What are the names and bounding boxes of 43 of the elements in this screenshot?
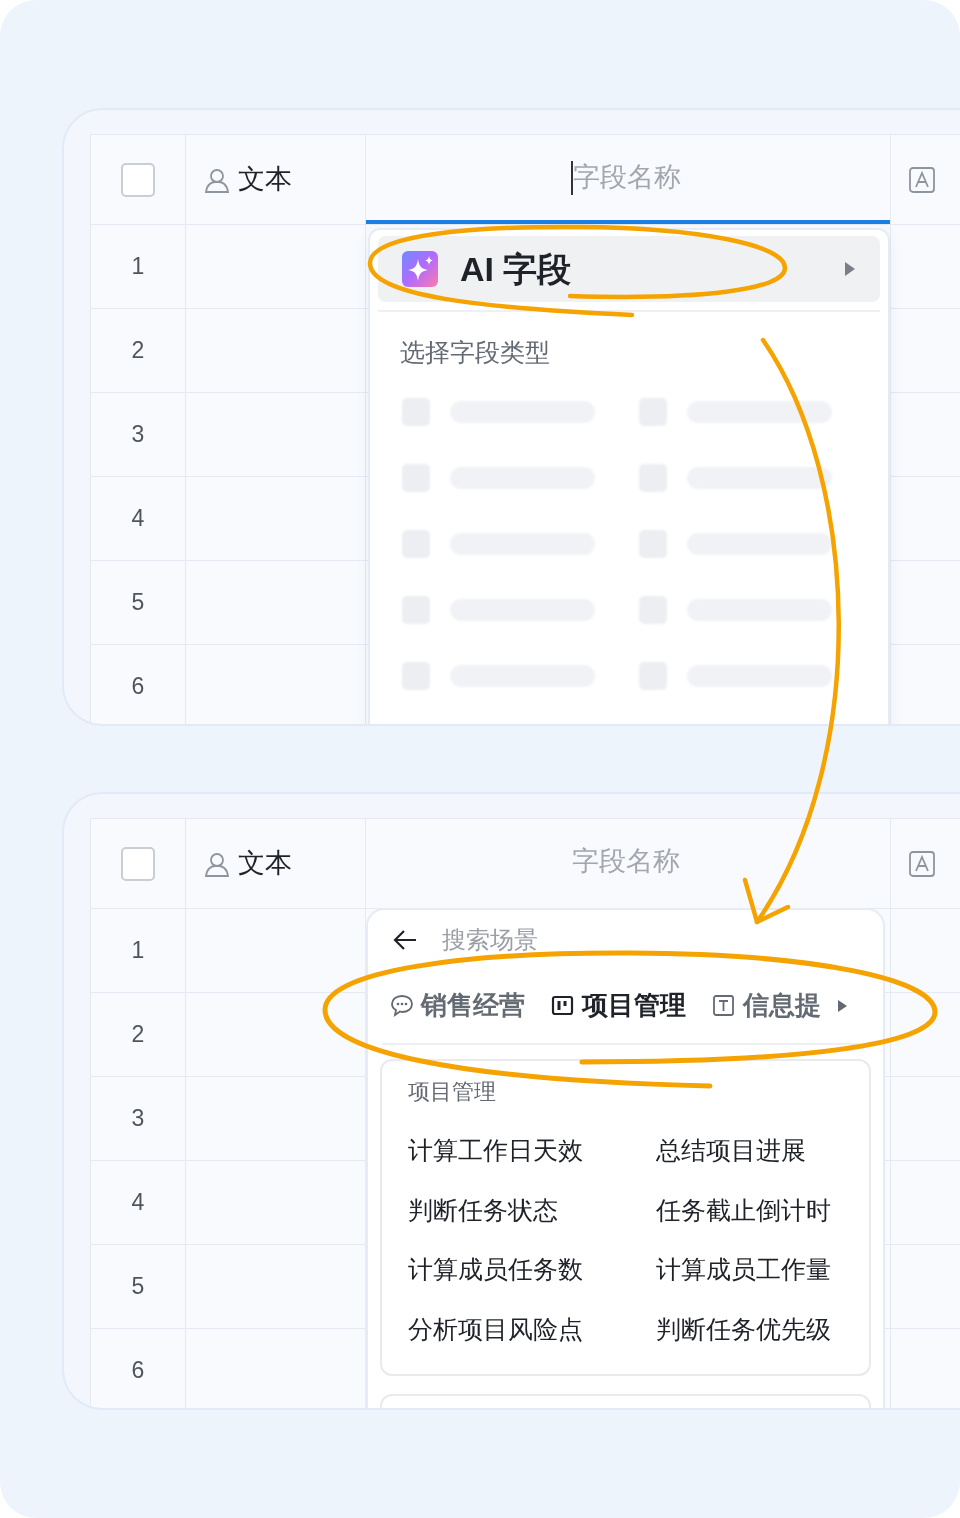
scene-tab[interactable]: 信息提 [712,986,821,1039]
caret-right-icon[interactable] [837,998,848,1013]
board-icon [551,994,574,1017]
text-type-icon [909,166,935,193]
group-title: 项目管理 [408,1078,497,1106]
scene-item[interactable]: 判断任务状态 [408,1191,656,1229]
field-name-input[interactable]: 字段名称 [573,157,685,198]
column-header[interactable]: 文本 [238,843,292,884]
select-all-checkbox[interactable] [121,162,155,197]
row-number: 5 [131,1272,145,1302]
sparkle-icon [402,251,438,287]
row-number: 6 [131,1356,145,1386]
scene-item[interactable]: 计算成员任务数 [408,1251,656,1289]
row-number: 6 [131,672,145,702]
chat-bubble-icon [390,994,413,1017]
scene-item[interactable]: 判断任务优先级 [656,1310,856,1348]
scene-item[interactable]: 总结项目进展 [656,1132,856,1170]
person-icon [204,850,230,877]
text-box-icon [712,994,735,1017]
search-field[interactable]: 搜索场景 [442,922,642,958]
row-number: 5 [131,588,145,618]
scene-item[interactable]: 计算工作日天效 [408,1132,656,1170]
row-number: 2 [131,336,145,366]
scene-tab[interactable]: 销售经营 [390,986,525,1039]
scene-item[interactable]: 计算成员工作量 [656,1251,856,1289]
person-icon [204,166,230,193]
row-number: 3 [131,420,145,450]
select-all-checkbox[interactable] [121,846,155,881]
row-number: 2 [131,1020,145,1050]
menu-title: 选择字段类型 [400,337,551,368]
caret-right-icon [844,261,856,277]
scene-item[interactable]: 分析项目风险点 [408,1310,656,1348]
scene-item[interactable]: 任务截止倒计时 [656,1191,856,1229]
row-number: 1 [131,936,145,966]
ai-field-item[interactable]: AI 字段 [378,236,880,302]
text-type-icon [909,850,935,877]
column-header[interactable]: 文本 [238,159,292,200]
row-number: 1 [131,252,145,282]
text-caret [571,160,573,195]
row-number: 3 [131,1104,145,1134]
row-number: 4 [131,504,145,534]
row-number: 4 [131,1188,145,1218]
field-name-input[interactable]: 字段名称 [572,841,684,882]
